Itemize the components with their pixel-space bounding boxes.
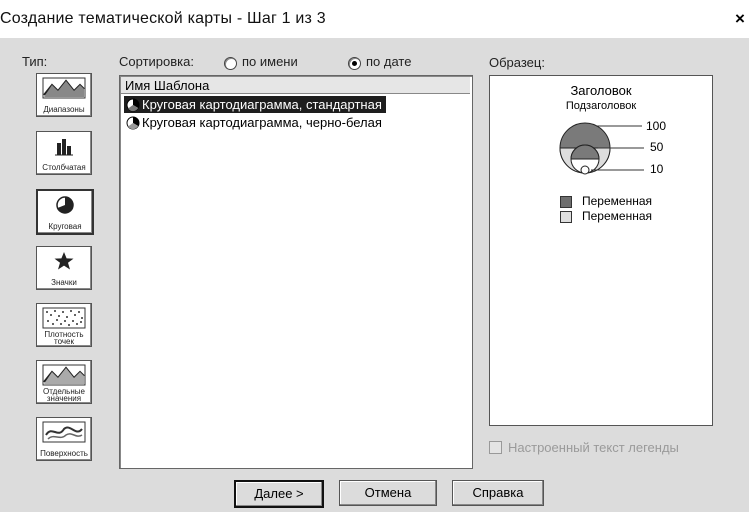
sort-by-date-label[interactable]: по дате: [366, 54, 411, 69]
list-item[interactable]: Круговая картодиаграмма, стандартная: [124, 96, 386, 113]
preview-label: Образец:: [489, 55, 545, 70]
list-header[interactable]: Имя Шаблона: [121, 77, 470, 94]
type-button-individual-values[interactable]: Отдельные значения: [36, 360, 92, 404]
pie-chart-icon: [126, 116, 140, 134]
bar-chart-icon: [37, 134, 91, 158]
custom-legend-label: Настроенный текст легенды: [508, 440, 679, 455]
preview-panel: Заголовок Подзаголовок 100 50 10 Перемен…: [489, 75, 713, 426]
list-item[interactable]: Круговая картодиаграмма, черно-белая: [124, 114, 386, 131]
ranges-icon: [37, 76, 91, 100]
custom-legend-checkbox[interactable]: [489, 441, 502, 454]
sort-by-name-label[interactable]: по имени: [242, 54, 298, 69]
template-list[interactable]: Имя Шаблона Круговая картодиаграмма, ста…: [119, 75, 473, 469]
size-label-50: 50: [650, 140, 664, 154]
preview-title: Заголовок: [570, 83, 632, 98]
preview-subtitle: Подзаголовок: [565, 100, 637, 112]
surface-icon: [37, 420, 91, 444]
type-button-pie[interactable]: Круговая: [36, 189, 94, 235]
type-button-ranges[interactable]: Диапазоны: [36, 73, 92, 117]
star-icon: [37, 249, 91, 273]
thematic-map-wizard-dialog: Создание тематической карты - Шаг 1 из 3…: [0, 0, 749, 512]
type-label: Тип:: [22, 54, 48, 69]
help-button[interactable]: Справка: [452, 480, 544, 506]
size-label-10: 10: [650, 162, 664, 176]
sort-label: Сортировка:: [119, 54, 194, 69]
type-button-bar[interactable]: Столбчатая: [36, 131, 92, 175]
list-item-label: Круговая картодиаграмма, стандартная: [142, 97, 382, 112]
type-caption: Столбчатая: [42, 163, 86, 172]
legend-label: Переменная: [582, 194, 652, 208]
type-caption: Плотность точек: [44, 330, 84, 346]
type-button-symbols[interactable]: Значки: [36, 246, 92, 290]
type-button-surface[interactable]: Поверхность: [36, 417, 92, 461]
type-button-dot-density[interactable]: Плотность точек: [36, 303, 92, 347]
close-icon[interactable]: ×: [733, 10, 747, 28]
pie-chart-icon: [38, 193, 92, 217]
type-caption: Диапазоны: [43, 105, 85, 114]
type-caption: Значки: [51, 278, 77, 287]
type-caption: Поверхность: [40, 449, 88, 458]
legend-swatch: [560, 211, 572, 223]
legend-label: Переменная: [582, 209, 652, 223]
sort-by-name-radio[interactable]: [224, 57, 237, 70]
type-caption: Отдельные значения: [43, 387, 85, 403]
cancel-button[interactable]: Отмена: [339, 480, 437, 506]
sort-by-date-radio[interactable]: [348, 57, 361, 70]
title-bar: Создание тематической карты - Шаг 1 из 3…: [0, 0, 749, 38]
window-title: Создание тематической карты - Шаг 1 из 3: [0, 10, 326, 27]
next-button[interactable]: Далее >: [234, 480, 324, 508]
individual-values-icon: [37, 363, 91, 387]
size-label-100: 100: [646, 119, 667, 133]
dot-density-icon: [37, 306, 91, 330]
legend-swatch: [560, 196, 572, 208]
list-item-label: Круговая картодиаграмма, черно-белая: [142, 115, 382, 130]
type-caption: Круговая: [48, 222, 82, 231]
